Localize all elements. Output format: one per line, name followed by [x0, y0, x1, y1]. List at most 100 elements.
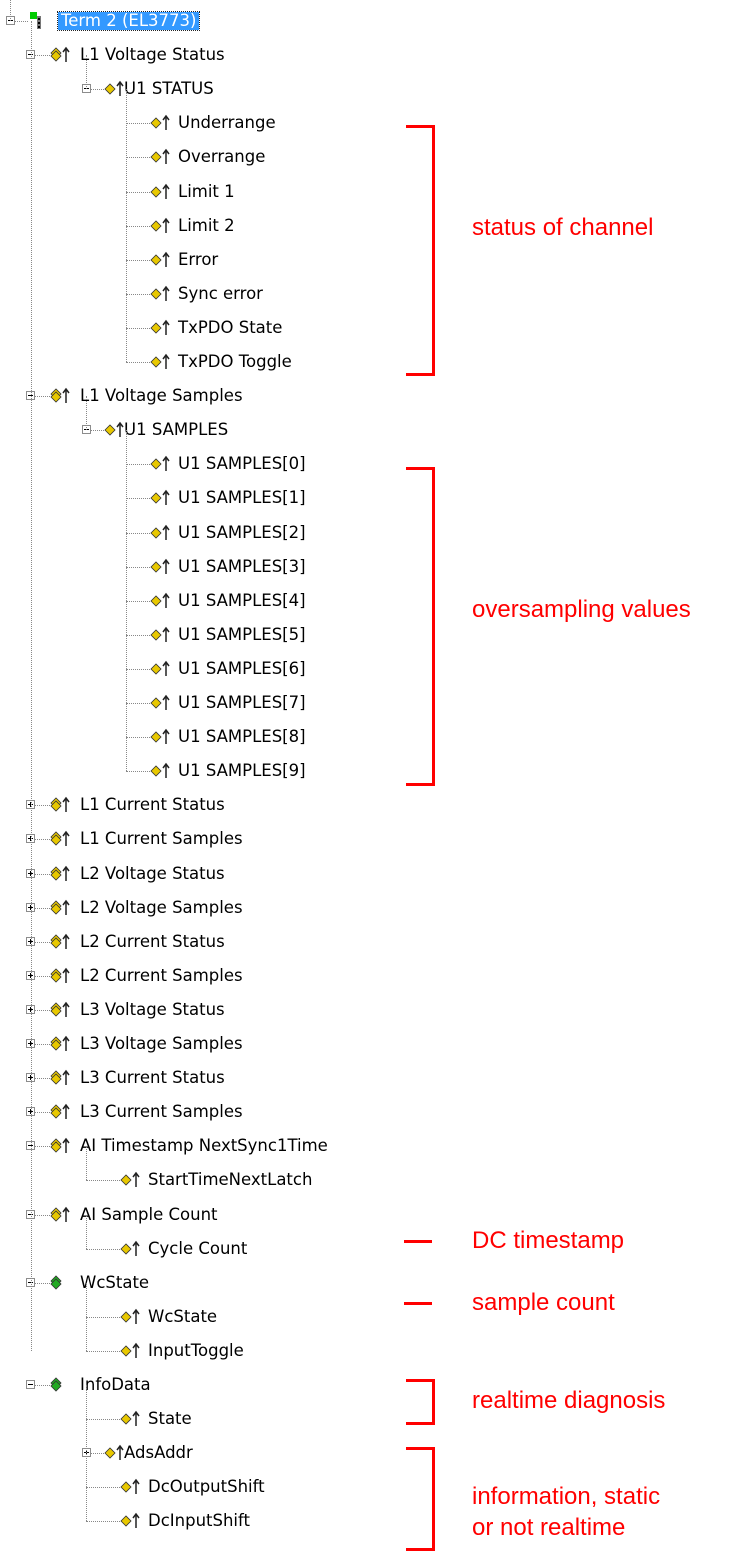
- tree-connector: [86, 1180, 120, 1182]
- tree-node-label: AI Timestamp NextSync1Time: [80, 1136, 328, 1156]
- tree-node[interactable]: U1 SAMPLES[9]: [0, 754, 420, 788]
- tree-node-label: U1 SAMPLES[8]: [178, 727, 306, 747]
- tree-node-label: DcInputShift: [148, 1511, 251, 1531]
- tree-connector: [35, 55, 50, 57]
- tree-node[interactable]: State: [0, 1402, 420, 1436]
- tree-node[interactable]: L3 Voltage Status: [0, 993, 420, 1027]
- annotation-information: information, static: [472, 1483, 661, 1510]
- input-variable-icon: [150, 285, 172, 303]
- collapse-toggle[interactable]: [26, 1380, 35, 1389]
- tree-node[interactable]: L2 Voltage Samples: [0, 891, 420, 925]
- tree-node-label: WcState: [148, 1306, 218, 1326]
- tree-node-label: L1 Voltage Samples: [80, 386, 243, 406]
- tree-node[interactable]: Cycle Count: [0, 1232, 420, 1266]
- tree-node[interactable]: Error: [0, 243, 420, 277]
- tree-node[interactable]: L2 Current Status: [0, 925, 420, 959]
- tree-node[interactable]: L2 Current Samples: [0, 959, 420, 993]
- tree-node[interactable]: Limit 2: [0, 209, 420, 243]
- tree-node-label: TxPDO State: [178, 317, 283, 337]
- tree-node[interactable]: AdsAddr: [0, 1436, 420, 1470]
- tree-node[interactable]: L3 Current Samples: [0, 1095, 420, 1129]
- tree-node[interactable]: TxPDO Toggle: [0, 345, 420, 379]
- tree-node[interactable]: DcOutputShift: [0, 1470, 420, 1504]
- tree-connector: [35, 873, 50, 875]
- tree-connector: [86, 1521, 120, 1523]
- input-variable-icon: [150, 558, 172, 576]
- tree-node-label: InputToggle: [148, 1340, 244, 1360]
- bracket-oversampling: [406, 467, 435, 786]
- tree-node[interactable]: AI Timestamp NextSync1Time: [0, 1129, 420, 1163]
- tree-node-label: Cycle Count: [148, 1238, 248, 1258]
- tree-node[interactable]: L3 Voltage Samples: [0, 1027, 420, 1061]
- tree-connector: [126, 191, 150, 193]
- input-variable-icon: [120, 1478, 142, 1496]
- variable-group-icon: [50, 1376, 72, 1394]
- tree-node[interactable]: DcInputShift: [0, 1504, 420, 1538]
- tree-node-label: InfoData: [80, 1375, 151, 1394]
- tree-node-label: U1 SAMPLES[4]: [178, 590, 306, 610]
- tree-node-label: DcOutputShift: [148, 1477, 265, 1497]
- variable-group-icon: [50, 46, 72, 64]
- tree-connector: [126, 600, 150, 602]
- tree-node[interactable]: U1 SAMPLES[6]: [0, 652, 420, 686]
- input-variable-icon: [150, 114, 172, 132]
- tree-node[interactable]: U1 SAMPLES[7]: [0, 686, 420, 720]
- tree-node[interactable]: L2 Voltage Status: [0, 857, 420, 891]
- dash-dc: [404, 1240, 432, 1243]
- tree-node[interactable]: U1 SAMPLES[5]: [0, 618, 420, 652]
- tree-node[interactable]: L1 Current Status: [0, 788, 420, 822]
- tree-node[interactable]: L1 Current Samples: [0, 822, 420, 856]
- variable-group-icon: [50, 1069, 72, 1087]
- tree-node[interactable]: U1 SAMPLES[3]: [0, 550, 420, 584]
- tree-connector: [126, 703, 150, 704]
- input-variable-icon: [104, 1444, 126, 1462]
- tree-node-label: State: [148, 1409, 192, 1429]
- tree-guide-line: [126, 430, 127, 772]
- input-variable-icon: [120, 1342, 142, 1360]
- tree-node[interactable]: WcState: [0, 1266, 420, 1300]
- tree-node[interactable]: Sync error: [0, 277, 420, 311]
- input-variable-icon: [150, 524, 172, 542]
- variable-group-icon: [50, 387, 72, 405]
- variable-group-icon: [50, 1001, 72, 1019]
- tree-guide-line: [86, 1282, 87, 1351]
- tree-node[interactable]: L1 Voltage Status: [0, 38, 420, 72]
- variable-group-icon: [50, 830, 72, 848]
- tree-connector: [35, 1385, 50, 1386]
- tree-node[interactable]: Underrange: [0, 106, 420, 140]
- tree-node-label: Error: [178, 249, 219, 269]
- bracket-diagnosis: [406, 1379, 435, 1425]
- tree-node[interactable]: Term 2 (EL3773): [0, 4, 420, 38]
- tree-node[interactable]: InfoData: [0, 1368, 420, 1402]
- tree-node[interactable]: U1 SAMPLES: [0, 413, 420, 447]
- variable-group-icon: [50, 899, 72, 917]
- tree-node-label: AdsAddr: [124, 1443, 193, 1463]
- tree-node[interactable]: U1 SAMPLES[2]: [0, 516, 420, 550]
- tree-node[interactable]: U1 SAMPLES[4]: [0, 584, 420, 618]
- tree-node-label: L2 Current Status: [80, 931, 225, 951]
- tree-node[interactable]: U1 SAMPLES[0]: [0, 447, 420, 481]
- tree-node[interactable]: WcState: [0, 1300, 420, 1334]
- tree-node[interactable]: U1 STATUS: [0, 72, 420, 106]
- tree-node-label: WcState: [80, 1272, 150, 1292]
- tree-node[interactable]: AI Sample Count: [0, 1198, 420, 1232]
- tree-node[interactable]: Limit 1: [0, 175, 420, 209]
- tree-node[interactable]: L3 Current Status: [0, 1061, 420, 1095]
- tree-node[interactable]: L1 Voltage Samples: [0, 379, 420, 413]
- tree-connector: [35, 907, 50, 909]
- tree-node[interactable]: U1 SAMPLES[1]: [0, 481, 420, 515]
- tree-node[interactable]: InputToggle: [0, 1334, 420, 1368]
- tree-node[interactable]: Overrange: [0, 140, 420, 174]
- input-variable-icon: [150, 694, 172, 712]
- tree-connector: [126, 498, 150, 500]
- tree-node-label: Limit 1: [178, 181, 235, 201]
- tree-node[interactable]: StartTimeNextLatch: [0, 1163, 420, 1197]
- input-variable-icon: [150, 489, 172, 507]
- tree-node[interactable]: TxPDO State: [0, 311, 420, 345]
- tree-node[interactable]: U1 SAMPLES[8]: [0, 720, 420, 754]
- tree-node-label: U1 SAMPLES[1]: [178, 488, 306, 508]
- tree-guide-line: [86, 396, 87, 431]
- tree-connector: [91, 1453, 104, 1455]
- tree-connector: [126, 157, 150, 159]
- input-variable-icon: [150, 660, 172, 678]
